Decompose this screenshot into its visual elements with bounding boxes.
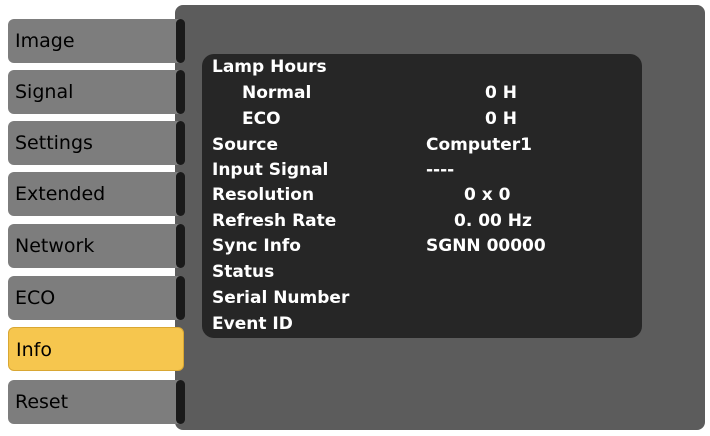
menu-divider bbox=[176, 276, 185, 320]
input-signal-value: ---- bbox=[426, 160, 455, 180]
menu-item-image[interactable]: Image bbox=[8, 19, 184, 63]
info-row-source: Source Computer1 bbox=[202, 132, 642, 158]
eco-label: ECO bbox=[242, 109, 281, 129]
menu-item-reset[interactable]: Reset bbox=[8, 380, 184, 424]
menu-item-extended[interactable]: Extended bbox=[8, 172, 184, 216]
eco-value: 0 H bbox=[485, 109, 517, 129]
menu-divider bbox=[176, 70, 185, 114]
info-row-resolution: Resolution 0 x 0 bbox=[202, 182, 642, 208]
refresh-rate-label: Refresh Rate bbox=[212, 211, 337, 231]
normal-label: Normal bbox=[242, 83, 312, 103]
sync-info-label: Sync Info bbox=[212, 236, 301, 256]
info-row-input-signal: Input Signal ---- bbox=[202, 157, 642, 183]
info-row-sync-info: Sync Info SGNN 00000 bbox=[202, 233, 642, 259]
menu-divider bbox=[176, 224, 185, 268]
menu-item-signal[interactable]: Signal bbox=[8, 70, 184, 114]
menu-item-network[interactable]: Network bbox=[8, 224, 184, 268]
resolution-label: Resolution bbox=[212, 185, 315, 205]
menu-divider bbox=[176, 380, 185, 424]
status-label: Status bbox=[212, 262, 275, 282]
menu-divider bbox=[176, 172, 185, 216]
input-signal-label: Input Signal bbox=[212, 160, 329, 180]
event-id-label: Event ID bbox=[212, 314, 293, 334]
menu-divider bbox=[176, 19, 185, 63]
info-row-refresh-rate: Refresh Rate 0. 00 Hz bbox=[202, 208, 642, 234]
serial-number-label: Serial Number bbox=[212, 288, 350, 308]
info-row-status: Status bbox=[202, 259, 642, 285]
info-row-event-id: Event ID bbox=[202, 311, 642, 337]
info-row-eco: ECO 0 H bbox=[202, 106, 642, 132]
source-value: Computer1 bbox=[426, 135, 533, 155]
normal-value: 0 H bbox=[485, 83, 517, 103]
info-row-serial-number: Serial Number bbox=[202, 285, 642, 311]
lamp-hours-label: Lamp Hours bbox=[212, 57, 327, 77]
info-row-lamp-hours: Lamp Hours bbox=[202, 54, 642, 80]
source-label: Source bbox=[212, 135, 279, 155]
menu-item-eco[interactable]: ECO bbox=[8, 276, 184, 320]
projector-menu-screen: Image Signal Settings Extended Network E… bbox=[0, 0, 710, 436]
menu-item-info[interactable]: Info bbox=[8, 327, 184, 371]
info-row-normal: Normal 0 H bbox=[202, 80, 642, 106]
resolution-value: 0 x 0 bbox=[464, 185, 511, 205]
refresh-rate-value: 0. 00 Hz bbox=[454, 211, 532, 231]
sync-info-value: SGNN 00000 bbox=[426, 236, 546, 256]
menu-item-settings[interactable]: Settings bbox=[8, 121, 184, 165]
menu-divider bbox=[176, 121, 185, 165]
